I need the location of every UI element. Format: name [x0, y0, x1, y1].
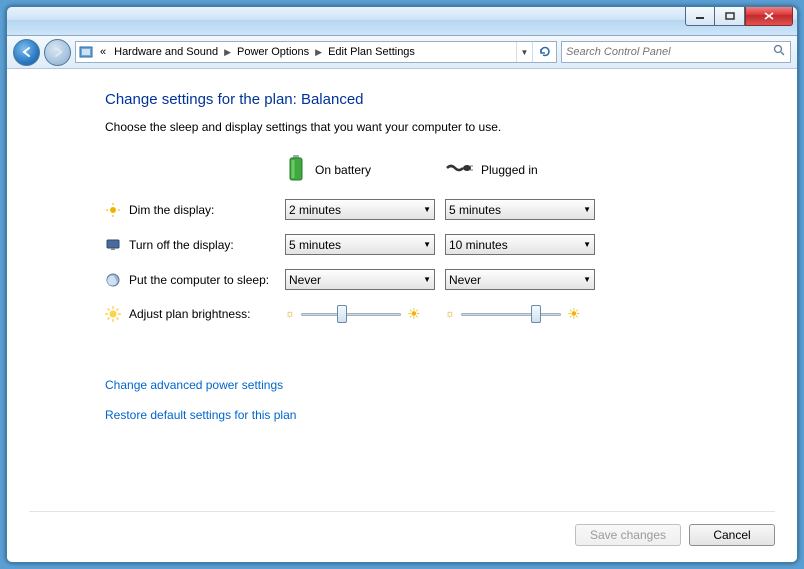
- chevron-right-icon: ▶: [313, 47, 324, 58]
- search-input[interactable]: [566, 46, 773, 58]
- content-area: Change settings for the plan: Balanced C…: [7, 69, 797, 562]
- page-title: Change settings for the plan: Balanced: [105, 91, 797, 108]
- brightness-battery-slider[interactable]: ☼ ☀: [285, 304, 445, 324]
- slider-thumb[interactable]: [337, 305, 347, 323]
- display-off-icon: [105, 237, 121, 253]
- slider-thumb[interactable]: [531, 305, 541, 323]
- sun-large-icon: ☀: [567, 305, 580, 323]
- address-dropdown[interactable]: ▼: [516, 42, 532, 62]
- chevron-down-icon: ▼: [423, 275, 431, 284]
- brightness-plugged-slider[interactable]: ☼ ☀: [445, 304, 605, 324]
- column-plugged-header: Plugged in: [445, 161, 605, 178]
- settings-grid: On battery Plugged in Dim the display: 2…: [105, 154, 797, 324]
- restore-defaults-link[interactable]: Restore default settings for this plan: [105, 408, 797, 422]
- breadcrumb-hardware[interactable]: Hardware and Sound: [110, 42, 222, 62]
- row-off-label: Turn off the display:: [105, 237, 285, 253]
- titlebar: [7, 7, 797, 36]
- page-subtitle: Choose the sleep and display settings th…: [105, 120, 797, 134]
- plug-icon: [445, 161, 473, 178]
- dim-icon: [105, 202, 121, 218]
- back-button[interactable]: [13, 39, 40, 66]
- row-brightness-label: Adjust plan brightness:: [105, 306, 285, 322]
- save-button[interactable]: Save changes: [575, 524, 681, 546]
- breadcrumb-power[interactable]: Power Options: [233, 42, 313, 62]
- button-bar: Save changes Cancel: [29, 511, 775, 546]
- column-battery-label: On battery: [315, 163, 371, 177]
- breadcrumb-edit-plan[interactable]: Edit Plan Settings: [324, 42, 419, 62]
- forward-button[interactable]: [44, 39, 71, 66]
- search-icon: [773, 44, 786, 60]
- maximize-button[interactable]: [715, 7, 745, 26]
- address-bar[interactable]: « Hardware and Sound ▶ Power Options ▶ E…: [75, 41, 557, 63]
- off-battery-select[interactable]: 5 minutes▼: [285, 234, 435, 255]
- dim-plugged-select[interactable]: 5 minutes▼: [445, 199, 595, 220]
- column-plugged-label: Plugged in: [481, 163, 538, 177]
- dim-battery-select[interactable]: 2 minutes▼: [285, 199, 435, 220]
- brightness-icon: [105, 306, 121, 322]
- off-plugged-select[interactable]: 10 minutes▼: [445, 234, 595, 255]
- sleep-icon: [105, 272, 121, 288]
- refresh-button[interactable]: [532, 42, 556, 62]
- minimize-button[interactable]: [685, 7, 715, 26]
- chevron-down-icon: ▼: [583, 275, 591, 284]
- sleep-battery-select[interactable]: Never▼: [285, 269, 435, 290]
- chevron-down-icon: ▼: [423, 240, 431, 249]
- column-battery-header: On battery: [285, 154, 445, 185]
- chevron-down-icon: ▼: [423, 205, 431, 214]
- sun-small-icon: ☼: [285, 308, 295, 320]
- chevron-right-icon: ▶: [222, 47, 233, 58]
- advanced-settings-link[interactable]: Change advanced power settings: [105, 378, 797, 392]
- sun-large-icon: ☀: [407, 305, 420, 323]
- row-dim-label: Dim the display:: [105, 202, 285, 218]
- battery-icon: [285, 154, 307, 185]
- sleep-plugged-select[interactable]: Never▼: [445, 269, 595, 290]
- cancel-button[interactable]: Cancel: [689, 524, 775, 546]
- chevron-down-icon: ▼: [583, 205, 591, 214]
- row-sleep-label: Put the computer to sleep:: [105, 272, 285, 288]
- close-button[interactable]: [745, 7, 793, 26]
- navbar: « Hardware and Sound ▶ Power Options ▶ E…: [7, 36, 797, 69]
- control-panel-window: « Hardware and Sound ▶ Power Options ▶ E…: [6, 6, 798, 563]
- search-box[interactable]: [561, 41, 791, 63]
- control-panel-icon: [76, 44, 96, 60]
- chevron-down-icon: ▼: [583, 240, 591, 249]
- breadcrumb-prefix[interactable]: «: [96, 42, 110, 62]
- sun-small-icon: ☼: [445, 308, 455, 320]
